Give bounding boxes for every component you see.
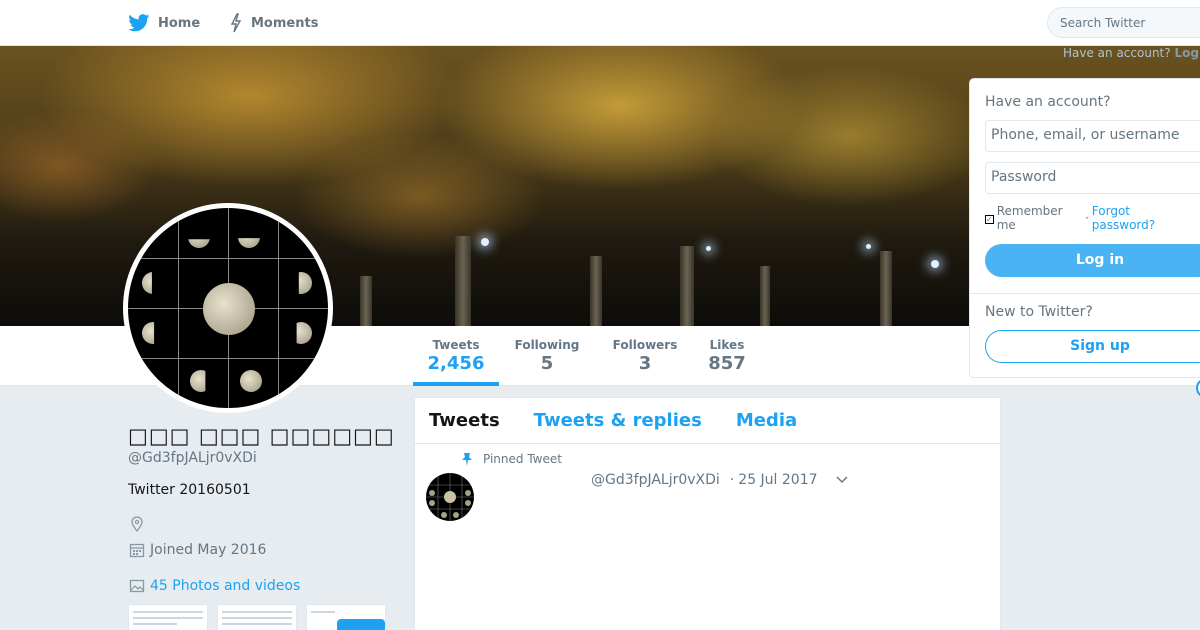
nav-home-label: Home (158, 15, 201, 31)
stat-following[interactable]: Following 5 (510, 326, 584, 386)
separator-dot: · (1084, 211, 1089, 225)
moon-phase (142, 322, 155, 344)
media-thumbnail[interactable] (217, 604, 297, 630)
joined-date: Joined May 2016 (150, 542, 267, 558)
top-login-hint-text: Have an account? (1063, 46, 1171, 60)
calendar-icon (129, 543, 145, 558)
tab-media[interactable]: Media (736, 410, 797, 431)
media-thumbnails (128, 604, 386, 630)
top-login-link[interactable]: Log (1174, 46, 1198, 60)
media-thumbnail[interactable] (128, 604, 208, 630)
tweet-handle[interactable]: @Gd3fpJALjr0vXDi (591, 472, 720, 488)
tree-trunk (360, 276, 372, 326)
street-lamp (931, 260, 939, 268)
tree-trunk (880, 251, 892, 326)
top-login-hint: Have an account? Log (1063, 46, 1199, 60)
photos-videos-link[interactable]: 45 Photos and videos (128, 577, 300, 595)
login-divider (970, 293, 1200, 294)
moon-phases-image (128, 208, 328, 408)
tweet-avatar[interactable] (426, 473, 474, 521)
location-pin-icon (131, 516, 143, 533)
login-panel: Have an account? Phone, email, or userna… (969, 78, 1200, 378)
stat-value: 857 (708, 353, 746, 374)
stat-label: Following (514, 338, 580, 352)
stat-value: 2,456 (427, 353, 485, 374)
moon-phase (188, 239, 210, 248)
tweet-date[interactable]: 25 Jul 2017 (738, 472, 817, 488)
street-lamp (706, 246, 711, 251)
thumbnail-chat-bubble (337, 619, 385, 630)
stat-value: 5 (540, 353, 554, 374)
pinned-tweet-text: Pinned Tweet (483, 452, 562, 466)
separator-dot: · (729, 472, 735, 488)
forgot-password-link[interactable]: Forgot password? (1092, 204, 1193, 232)
profile-bio: Twitter 20160501 (128, 482, 251, 498)
moon-phase (190, 370, 206, 392)
stat-value: 3 (638, 353, 652, 374)
nav-moments-label: Moments (251, 15, 319, 31)
remember-row: ✓ Remember me · Forgot password? (985, 204, 1193, 232)
stat-label: Followers (612, 338, 678, 352)
profile-avatar[interactable] (123, 203, 333, 413)
grid-line (128, 258, 328, 259)
thumbnail-text-line (222, 623, 292, 625)
moon-phases-thumbnail (426, 473, 474, 521)
remember-checkbox[interactable]: ✓ (985, 214, 994, 224)
moon-phase (296, 322, 312, 344)
thumbnail-text-line (133, 623, 177, 625)
thumbnail-text-line (222, 617, 292, 619)
photos-videos-label: 45 Photos and videos (150, 578, 301, 594)
tweet-header: @Gd3fpJALjr0vXDi · 25 Jul 2017 (591, 472, 848, 488)
joined-row: Joined May 2016 (128, 541, 266, 559)
street-lamp (866, 244, 871, 249)
location-row (128, 515, 150, 533)
login-button[interactable]: Log in (985, 244, 1200, 277)
remember-label: Remember me (996, 204, 1063, 232)
image-icon (129, 579, 145, 593)
signup-button[interactable]: Sign up (985, 330, 1200, 363)
tree-trunk (455, 236, 471, 326)
login-heading: Have an account? (985, 94, 1111, 110)
lightning-icon (230, 13, 242, 33)
profile-handle[interactable]: @Gd3fpJALjr0vXDi (128, 450, 257, 466)
thumbnail-text-line (222, 611, 292, 613)
moon-phase (142, 272, 152, 294)
profile-name: □□□ □□□ □□□□□□ (128, 424, 395, 448)
thumbnail-text-line (133, 617, 203, 619)
stat-label: Tweets (432, 338, 480, 352)
nav-home[interactable]: Home (128, 0, 200, 46)
tree-trunk (590, 256, 602, 326)
moon-phase (238, 238, 260, 248)
tree-trunk (680, 246, 694, 326)
pinned-tweet-label: Pinned Tweet (461, 452, 562, 466)
twitter-bird-icon (128, 14, 150, 32)
moon-phase (240, 370, 262, 392)
tree-trunk (760, 266, 770, 326)
top-navigation-bar: Home Moments Search Twitter (0, 0, 1200, 46)
chevron-down-icon[interactable] (836, 476, 848, 484)
full-moon (203, 283, 255, 335)
password-input[interactable]: Password (985, 162, 1200, 194)
thumbnail-text-line (133, 611, 203, 613)
new-to-twitter-heading: New to Twitter? (985, 304, 1093, 320)
moon-phase (298, 272, 312, 294)
street-lamp (481, 238, 489, 246)
timeline-tabs: Tweets Tweets & replies Media (415, 398, 1000, 444)
stat-followers[interactable]: Followers 3 (608, 326, 682, 386)
stat-label: Likes (709, 338, 745, 352)
grid-line (128, 358, 328, 359)
media-thumbnail[interactable] (306, 604, 386, 630)
tab-tweets-replies[interactable]: Tweets & replies (534, 410, 702, 431)
thumbnail-text-line (311, 611, 335, 613)
username-input[interactable]: Phone, email, or username (985, 120, 1200, 152)
nav-moments[interactable]: Moments (229, 0, 318, 46)
stat-tweets[interactable]: Tweets 2,456 (413, 326, 499, 386)
pin-icon (462, 453, 472, 466)
stat-likes[interactable]: Likes 857 (704, 326, 750, 386)
search-input[interactable]: Search Twitter (1047, 7, 1200, 38)
timeline-panel: Tweets Tweets & replies Media Pinned Twe… (414, 397, 1001, 630)
tab-tweets[interactable]: Tweets (429, 410, 500, 431)
